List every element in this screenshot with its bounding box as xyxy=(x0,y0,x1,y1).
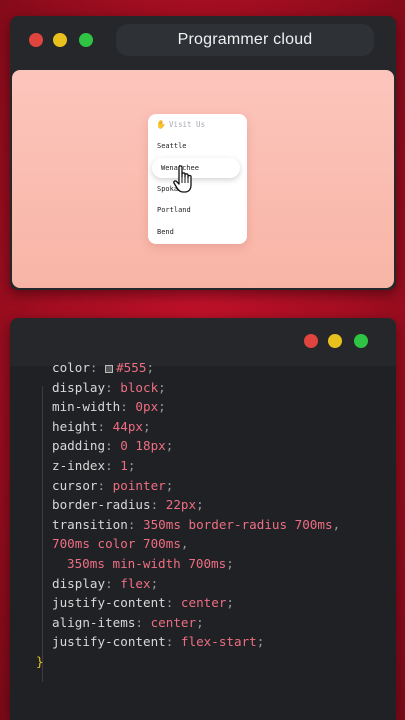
code-line: align-items: center; xyxy=(52,613,204,633)
menu-item-bend[interactable]: Bend xyxy=(148,222,247,242)
close-window-button[interactable] xyxy=(29,33,43,47)
code-editor[interactable]: color: #555; display: block; min-width: 0p… xyxy=(10,360,396,720)
colon: : xyxy=(165,634,181,650)
line-terminator: ; xyxy=(146,360,155,375)
menu-item-label: Portland xyxy=(157,206,191,214)
code-line: justify-content: flex-start; xyxy=(52,632,264,652)
code-line: min-width: 0px; xyxy=(52,397,166,417)
minimize-window-button[interactable] xyxy=(328,334,342,348)
menu-item-label: Bend xyxy=(157,228,174,236)
line-terminator: ; xyxy=(165,477,174,493)
visit-us-menu: ✋ Visit Us Seattle Wenatchee Spokane Por… xyxy=(148,114,247,244)
code-line: display: block; xyxy=(52,378,166,398)
css-value: 22px xyxy=(165,497,197,513)
css-property: transition xyxy=(52,516,128,532)
hand-pointer-cursor-icon xyxy=(173,165,192,193)
colon: : xyxy=(105,379,121,395)
close-window-button[interactable] xyxy=(304,334,318,348)
menu-item-portland[interactable]: Portland xyxy=(148,200,247,220)
css-property: display xyxy=(52,575,106,591)
code-line: color: #555; xyxy=(52,358,154,378)
css-value: flex-start xyxy=(180,634,257,650)
css-value: 350ms border-radius 700ms xyxy=(143,516,333,532)
code-line: justify-content: center; xyxy=(52,593,234,613)
code-window: color: #555; display: block; min-width: 0p… xyxy=(10,318,396,720)
maximize-window-button[interactable] xyxy=(354,334,368,348)
css-value: 0px xyxy=(135,399,159,415)
color-swatch-icon xyxy=(105,364,114,373)
line-terminator: ; xyxy=(143,418,151,434)
line-terminator: ; xyxy=(196,497,204,513)
css-property: align-items xyxy=(52,614,136,630)
css-value: 1 xyxy=(120,458,128,473)
colon: : xyxy=(150,497,166,513)
menu-item-seattle[interactable]: Seattle xyxy=(148,136,247,156)
menu-item-label: Seattle xyxy=(157,142,187,150)
code-line: 700ms color 700ms, xyxy=(52,534,189,554)
window-title: Programmer cloud xyxy=(116,24,374,56)
line-terminator: , xyxy=(180,536,189,552)
line-terminator: ; xyxy=(196,614,204,630)
menu-item-wenatchee[interactable]: Wenatchee xyxy=(152,158,240,178)
closing-brace: } xyxy=(36,654,44,669)
line-terminator: ; xyxy=(226,556,234,571)
indent-guide xyxy=(42,386,43,682)
css-value: #555 xyxy=(116,360,147,375)
code-line: z-index: 1; xyxy=(52,456,135,476)
minimize-window-button[interactable] xyxy=(53,33,67,47)
css-value: 0 18px xyxy=(120,438,166,454)
css-value: center xyxy=(180,595,227,611)
colon: : xyxy=(105,438,121,454)
css-property: border-radius xyxy=(52,497,151,513)
line-terminator: ; xyxy=(127,458,136,473)
colon: : xyxy=(89,360,106,375)
css-value: flex xyxy=(120,575,151,591)
code-line: padding: 0 18px; xyxy=(52,436,173,456)
css-value: center xyxy=(150,614,197,630)
colon: : xyxy=(120,399,136,415)
menu-header: ✋ Visit Us xyxy=(156,120,205,129)
menu-item-spokane[interactable]: Spokane xyxy=(148,179,247,199)
css-property: color xyxy=(52,360,90,375)
code-line: height: 44px; xyxy=(52,417,151,437)
colon: : xyxy=(97,418,113,434)
code-line: cursor: pointer; xyxy=(52,476,173,496)
code-line: border-radius: 22px; xyxy=(52,495,204,515)
css-value: 350ms min-width 700ms xyxy=(67,556,227,571)
css-property: z-index xyxy=(52,458,106,473)
css-value: 700ms color 700ms xyxy=(52,536,181,552)
colon: : xyxy=(105,575,121,591)
css-property: justify-content xyxy=(52,595,166,611)
line-terminator: , xyxy=(332,516,341,532)
line-terminator: ; xyxy=(226,595,234,611)
colon: : xyxy=(135,614,151,630)
css-value: block xyxy=(120,379,159,395)
css-property: height xyxy=(52,418,98,434)
line-terminator: ; xyxy=(165,438,174,454)
css-property: padding xyxy=(52,438,106,454)
css-property: min-width xyxy=(52,399,121,415)
menu-header-label: Visit Us xyxy=(168,120,206,129)
css-value: 44px xyxy=(112,418,144,434)
css-value: pointer xyxy=(112,477,166,493)
line-terminator: ; xyxy=(150,575,159,591)
code-line: transition: 350ms border-radius 700ms, xyxy=(52,515,340,535)
colon: : xyxy=(105,458,121,473)
colon: : xyxy=(97,477,113,493)
colon: : xyxy=(165,595,181,611)
code-line: 350ms min-width 700ms; xyxy=(67,554,234,574)
waving-hand-icon: ✋ xyxy=(156,120,166,129)
line-terminator: ; xyxy=(256,634,265,650)
line-terminator: ; xyxy=(158,379,166,395)
css-property: cursor xyxy=(52,477,98,493)
maximize-window-button[interactable] xyxy=(79,33,93,47)
css-property: display xyxy=(52,379,106,395)
code-line: display: flex; xyxy=(52,574,158,594)
css-property: justify-content xyxy=(52,634,166,650)
colon: : xyxy=(127,516,143,532)
line-terminator: ; xyxy=(158,399,166,415)
